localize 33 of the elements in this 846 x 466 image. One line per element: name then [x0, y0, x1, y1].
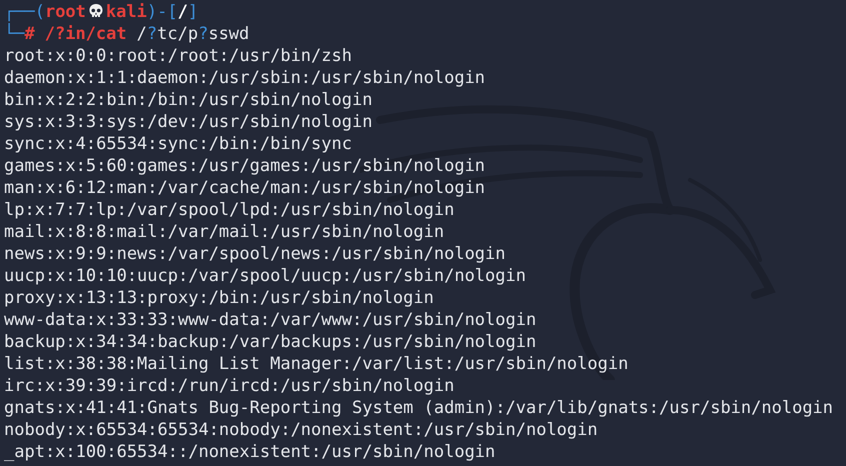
output-line: _apt:x:100:65534::/nonexistent:/usr/sbin/nologin — [4, 441, 496, 463]
command-argument: / — [136, 23, 147, 45]
glob-wildcard: ? — [146, 23, 158, 45]
glob-wildcard: ? — [198, 23, 208, 45]
output-line: uucp:x:10:10:uucp:/var/spool/uucp:/usr/sbin/nologin — [4, 265, 527, 287]
prompt-frame: └─ — [4, 23, 24, 45]
output-line: proxy:x:13:13:proxy:/bin:/usr/sbin/nologin — [4, 287, 435, 309]
output-line: man:x:6:12:man:/var/cache/man:/usr/sbin/nologin — [4, 177, 486, 199]
prompt-symbol: # — [24, 24, 35, 45]
output-line: games:x:5:60:games:/usr/games:/usr/sbin/nologin — [4, 155, 486, 177]
output-line: nobody:x:65534:65534:nobody:/nonexistent:/usr/sbin/nologin — [4, 419, 599, 441]
output-line: lp:x:7:7:lp:/var/spool/lpd:/usr/sbin/nologin — [4, 199, 456, 221]
command-name: /?in/cat — [44, 23, 127, 45]
output-line: bin:x:2:2:bin:/bin:/usr/sbin/nologin — [4, 89, 374, 111]
output-line: www-data:x:33:33:www-data:/var/www:/usr/sbin/nologin — [4, 309, 538, 331]
prompt-frame: ┌──( — [4, 1, 45, 23]
output-line: backup:x:34:34:backup:/var/backups:/usr/sbin/nologin — [4, 331, 538, 353]
output-line: irc:x:39:39:ircd:/run/ircd:/usr/sbin/nologin — [4, 375, 456, 397]
output-line: daemon:x:1:1:daemon:/usr/sbin:/usr/sbin/nologin — [4, 67, 486, 89]
prompt-directory: / — [178, 1, 188, 23]
command-argument: tc/p — [157, 23, 198, 45]
prompt-host: kali — [106, 1, 147, 23]
output-line: list:x:38:38:Mailing List Manager:/var/list:/usr/sbin/nologin — [4, 353, 630, 375]
prompt-frame: ] — [188, 1, 198, 23]
prompt-frame: )-[ — [146, 1, 178, 23]
command-argument: sswd — [208, 23, 250, 45]
output-line: sys:x:3:3:sys:/dev:/usr/sbin/nologin — [4, 111, 374, 133]
output-line: root:x:0:0:root:/root:/usr/bin/zsh — [4, 45, 353, 67]
prompt-user: root — [44, 1, 86, 23]
output-line: news:x:9:9:news:/var/spool/news:/usr/sbin/nologin — [4, 243, 507, 265]
output-line: sync:x:4:65534:sync:/bin:/bin/sync — [4, 133, 353, 155]
output-line: mail:x:8:8:mail:/var/mail:/usr/sbin/nologin — [4, 221, 446, 243]
output-line: gnats:x:41:41:Gnats Bug-Reporting System (admin):/var/lib/gnats:/usr/sbin/nologin — [4, 397, 834, 419]
